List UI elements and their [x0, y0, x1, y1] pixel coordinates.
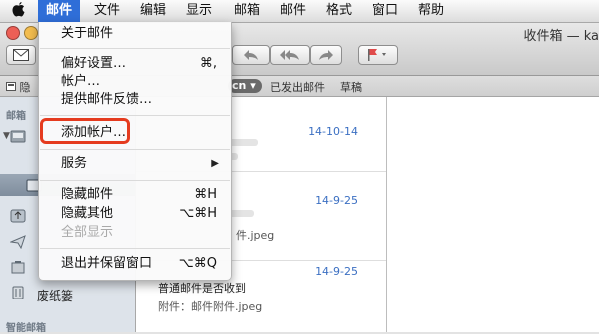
reply-all-arrow-icon	[280, 49, 300, 65]
menu-separator	[40, 115, 230, 116]
message-date: 14-9-25	[315, 194, 358, 207]
menu-item-shortcut: ⌥⌘H	[179, 206, 217, 221]
menu-window[interactable]: 窗口	[364, 0, 406, 22]
menu-item-label: 服务	[61, 156, 88, 171]
window-title: 收件箱 — ka	[523, 29, 599, 44]
menu-mailbox[interactable]: 邮箱	[226, 0, 268, 22]
menu-item-hide-others[interactable]: 隐藏其他 ⌥⌘H	[39, 205, 231, 223]
menu-item-hide-mail[interactable]: 隐藏邮件 ⌘H	[39, 186, 231, 204]
menu-item-label: 全部显示	[61, 225, 114, 240]
menu-item-feedback[interactable]: 提供邮件反馈…	[39, 91, 231, 109]
favorites-sent[interactable]: 已发出邮件	[270, 79, 325, 95]
minimize-window-button[interactable]	[24, 26, 38, 40]
favorites-drafts[interactable]: 草稿	[340, 79, 362, 95]
menu-edit[interactable]: 编辑	[132, 0, 174, 22]
menu-separator	[40, 48, 230, 49]
menu-item-about[interactable]: 关于邮件	[39, 25, 231, 43]
menu-format[interactable]: 格式	[318, 0, 360, 22]
menu-separator	[40, 248, 230, 249]
submenu-arrow-icon: ▶	[211, 158, 219, 169]
envelope-icon	[13, 49, 29, 65]
inbox-icon[interactable]	[10, 129, 26, 143]
menu-item-accounts[interactable]: 帐户…	[39, 73, 231, 91]
add-account-callout	[40, 118, 130, 144]
message-subject: 普通邮件是否收到	[158, 282, 246, 295]
flag-icon	[366, 49, 390, 66]
reply-button[interactable]	[232, 45, 270, 65]
menu-item-label: 隐藏其他	[61, 206, 114, 221]
menu-item-shortcut: ⌘H	[194, 187, 217, 202]
menu-item-label: 关于邮件	[61, 26, 114, 41]
disclosure-triangle-icon[interactable]: ▼	[3, 131, 10, 141]
message-attachment: 件.jpeg	[236, 229, 275, 242]
paper-plane-icon[interactable]	[9, 235, 26, 250]
menu-item-label: 帐户…	[61, 74, 101, 89]
message-date: 14-9-25	[315, 265, 358, 278]
sidebar-section-mailboxes: 邮箱	[6, 111, 26, 122]
close-window-button[interactable]	[6, 26, 20, 40]
menu-separator	[40, 149, 230, 150]
menu-item-label: 隐藏邮件	[61, 187, 114, 202]
menu-item-label: 偏好设置…	[61, 56, 127, 71]
favorites-account-label: cn	[232, 79, 247, 92]
forward-arrow-icon	[318, 49, 334, 65]
menu-bar: 邮件 文件 编辑 显示 邮箱 邮件 格式 窗口 帮助	[0, 0, 599, 23]
favorites-account-pill[interactable]: cn ▾	[228, 79, 262, 93]
get-mail-button[interactable]	[6, 45, 36, 65]
reply-arrow-icon	[243, 49, 259, 65]
sent-icon[interactable]	[10, 209, 26, 223]
menu-item-label: 退出并保留窗口	[61, 256, 153, 271]
trash-icon[interactable]	[10, 285, 26, 300]
mailbox-toggle-icon	[6, 82, 16, 91]
sidebar-item-trash[interactable]: 废纸篓	[37, 287, 73, 304]
menu-help[interactable]: 帮助	[410, 0, 452, 22]
menu-mail[interactable]: 邮件	[38, 0, 81, 22]
menu-item-label: 提供邮件反馈…	[61, 92, 153, 107]
flag-button[interactable]	[358, 45, 398, 65]
message-date: 14-10-14	[308, 125, 358, 138]
menu-item-quit-keep-windows[interactable]: 退出并保留窗口 ⌥⌘Q	[39, 255, 231, 273]
reply-all-button[interactable]	[270, 45, 310, 65]
menu-file[interactable]: 文件	[86, 0, 128, 22]
junk-icon[interactable]	[10, 260, 26, 274]
menu-item-shortcut: ⌘,	[199, 56, 217, 71]
message-preview-pane	[387, 97, 599, 332]
menu-item-preferences[interactable]: 偏好设置… ⌘,	[39, 55, 231, 73]
apple-logo-icon[interactable]	[12, 2, 25, 21]
menu-item-services[interactable]: 服务 ▶	[39, 155, 231, 173]
mail-menu-dropdown: 关于邮件 偏好设置… ⌘, 帐户… 提供邮件反馈… 添加帐户… 服务 ▶ 隐藏邮…	[38, 22, 232, 281]
favorites-hide-item[interactable]: 隐	[6, 79, 31, 95]
favorites-hide-label: 隐	[19, 81, 31, 94]
chevron-down-icon: ▾	[250, 79, 256, 92]
forward-button[interactable]	[310, 45, 342, 65]
menu-view[interactable]: 显示	[178, 0, 220, 22]
menu-item-show-all: 全部显示	[39, 224, 231, 242]
menu-separator	[40, 180, 230, 181]
menu-message[interactable]: 邮件	[272, 0, 314, 22]
message-attachment: 附件：邮件附件.jpeg	[158, 300, 263, 313]
menu-item-shortcut: ⌥⌘Q	[178, 256, 217, 271]
